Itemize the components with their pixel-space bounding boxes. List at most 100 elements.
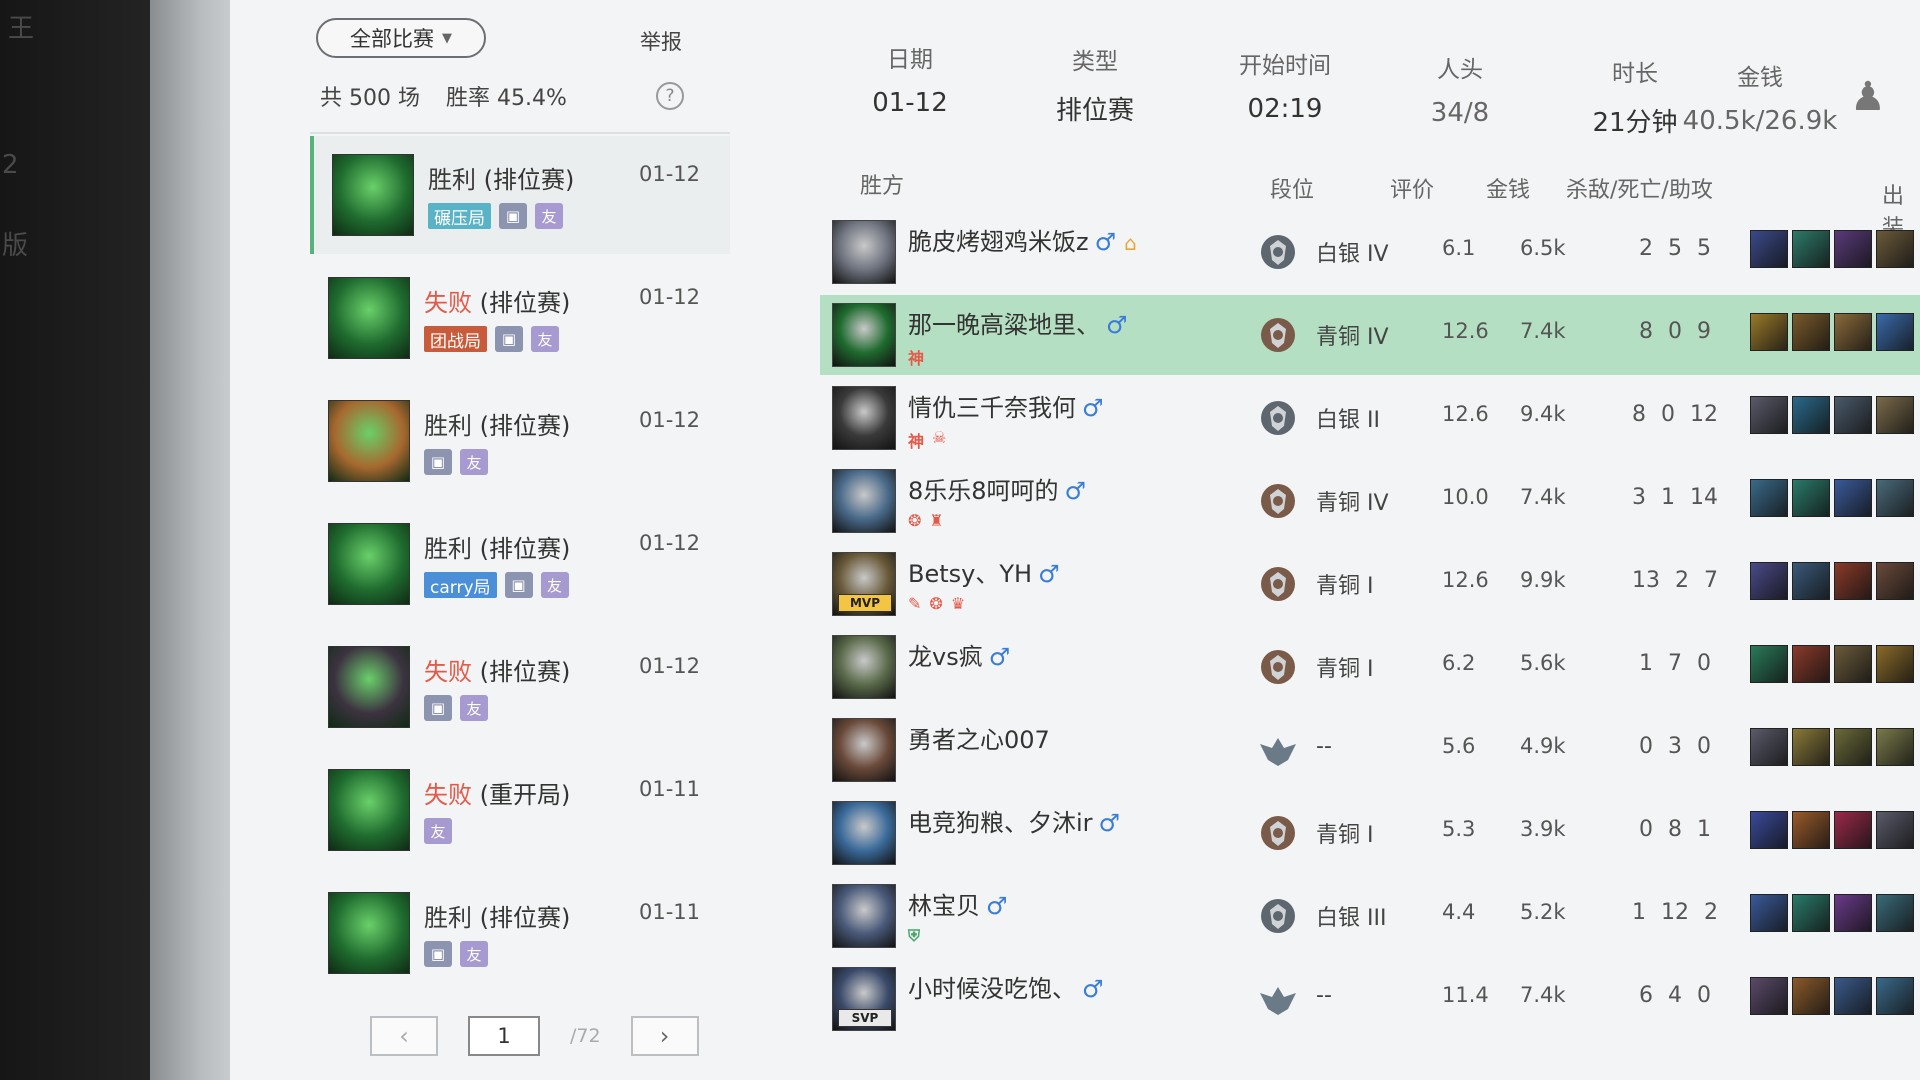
item-icon[interactable]	[1876, 562, 1914, 600]
champion-avatar	[328, 400, 410, 482]
item-icon[interactable]	[1792, 313, 1830, 351]
item-icon[interactable]	[1792, 977, 1830, 1015]
player-name[interactable]: 林宝贝	[908, 892, 980, 920]
item-icon[interactable]	[1750, 894, 1788, 932]
item-icon[interactable]	[1792, 479, 1830, 517]
player-avatar[interactable]	[832, 884, 896, 948]
item-icon[interactable]	[1750, 645, 1788, 683]
match-list-item[interactable]: 失败 (排位赛) 团战局 ▣ 友 01-12	[310, 259, 730, 377]
player-row[interactable]: MVP Betsy、YH ♂ ✎ ❂ ♛ 青铜 I 12.6 9.9k 13 2 7	[820, 544, 1920, 624]
player-row[interactable]: 电竞狗粮、夕沐ir ♂ 青铜 I 5.3 3.9k 0 8 1	[820, 793, 1920, 873]
stat-gold: 金钱 40.5k/26.9k	[1670, 58, 1850, 136]
player-name-line: 电竞狗粮、夕沐ir ♂	[908, 803, 1120, 838]
player-score: 5.6	[1442, 734, 1476, 758]
match-history-panel: 全部比赛 ▼ 举报 共 500 场 胜率 45.4% ? 胜利 (排位赛) 碾压…	[230, 0, 1920, 1080]
item-icon[interactable]	[1750, 313, 1788, 351]
item-icon[interactable]	[1792, 728, 1830, 766]
item-icon[interactable]	[1876, 313, 1914, 351]
player-row[interactable]: 8乐乐8呵呵的 ♂ ❂ ♜ 青铜 IV 10.0 7.4k 3 1 14	[820, 461, 1920, 541]
item-icon[interactable]	[1792, 230, 1830, 268]
match-filter-dropdown[interactable]: 全部比赛 ▼	[316, 18, 486, 58]
match-list: 全部比赛 ▼ 举报 共 500 场 胜率 45.4% ? 胜利 (排位赛) 碾压…	[250, 0, 730, 1080]
player-name[interactable]: Betsy、YH	[908, 560, 1032, 588]
next-page-button[interactable]: ›	[630, 1016, 699, 1056]
player-tag: ♛	[950, 594, 966, 613]
player-rank: --	[1316, 983, 1332, 1008]
item-icon[interactable]	[1876, 728, 1914, 766]
report-link[interactable]: 举报	[640, 26, 682, 56]
player-row[interactable]: SVP 小时候没吃饱、 ♂ -- 11.4 7.4k 6 4 0	[820, 959, 1920, 1039]
player-items	[1750, 894, 1914, 932]
item-icon[interactable]	[1834, 728, 1872, 766]
item-icon[interactable]	[1834, 479, 1872, 517]
player-name[interactable]: 脆皮烤翅鸡米饭z	[908, 228, 1089, 256]
item-icon[interactable]	[1792, 811, 1830, 849]
item-icon[interactable]	[1876, 230, 1914, 268]
player-name[interactable]: 8乐乐8呵呵的	[908, 477, 1059, 505]
player-name[interactable]: 那一晚高粱地里、	[908, 311, 1100, 339]
svp-badge: SVP	[838, 1009, 892, 1027]
item-icon[interactable]	[1876, 811, 1914, 849]
item-icon[interactable]	[1876, 479, 1914, 517]
item-icon[interactable]	[1834, 396, 1872, 434]
player-row[interactable]: 脆皮烤翅鸡米饭z ♂ ⌂ 白银 IV 6.1 6.5k 2 5 5	[820, 212, 1920, 292]
match-list-item[interactable]: 胜利 (排位赛) 碾压局 ▣ 友 01-12	[310, 136, 730, 254]
prev-page-button[interactable]: ‹	[370, 1016, 438, 1056]
match-list-item[interactable]: 胜利 (排位赛) ▣ 友 01-11	[310, 874, 730, 992]
player-row[interactable]: 勇者之心007 -- 5.6 4.9k 0 3 0	[820, 710, 1920, 790]
match-list-item[interactable]: 失败 (重开局) 友 01-11	[310, 751, 730, 869]
player-gold: 5.6k	[1520, 651, 1566, 675]
item-icon[interactable]	[1834, 894, 1872, 932]
item-icon[interactable]	[1750, 728, 1788, 766]
player-avatar[interactable]	[832, 635, 896, 699]
item-icon[interactable]	[1750, 396, 1788, 434]
player-avatar[interactable]	[832, 303, 896, 367]
player-avatar[interactable]	[832, 718, 896, 782]
match-list-item[interactable]: 失败 (排位赛) ▣ 友 01-12	[310, 628, 730, 746]
item-icon[interactable]	[1876, 396, 1914, 434]
player-tag: ☠	[932, 428, 947, 447]
item-icon[interactable]	[1792, 396, 1830, 434]
item-icon[interactable]	[1834, 645, 1872, 683]
item-icon[interactable]	[1792, 645, 1830, 683]
question-icon[interactable]: ?	[656, 82, 684, 110]
team-icon[interactable]: ♟	[1850, 74, 1886, 120]
match-list-item[interactable]: 胜利 (排位赛) ▣ 友 01-12	[310, 382, 730, 500]
player-kda: 2 5 5	[1639, 236, 1711, 261]
match-tags: 团战局 ▣ 友	[424, 326, 644, 352]
item-icon[interactable]	[1750, 811, 1788, 849]
image-icon: ▣	[424, 695, 452, 721]
item-icon[interactable]	[1792, 562, 1830, 600]
match-info: 胜利 (排位赛) 碾压局 ▣ 友	[428, 136, 648, 229]
player-name[interactable]: 勇者之心007	[908, 726, 1050, 754]
item-icon[interactable]	[1792, 894, 1830, 932]
item-icon[interactable]	[1750, 562, 1788, 600]
player-gold: 7.4k	[1520, 485, 1566, 509]
player-avatar[interactable]	[832, 386, 896, 450]
player-name[interactable]: 情仇三千奈我何	[908, 394, 1076, 422]
item-icon[interactable]	[1750, 479, 1788, 517]
player-tag: ❂	[929, 594, 943, 613]
item-icon[interactable]	[1750, 230, 1788, 268]
item-icon[interactable]	[1834, 562, 1872, 600]
player-avatar[interactable]	[832, 469, 896, 533]
item-icon[interactable]	[1750, 977, 1788, 1015]
player-avatar[interactable]	[832, 220, 896, 284]
item-icon[interactable]	[1834, 811, 1872, 849]
item-icon[interactable]	[1876, 977, 1914, 1015]
item-icon[interactable]	[1834, 313, 1872, 351]
item-icon[interactable]	[1834, 230, 1872, 268]
player-row[interactable]: 龙vs疯 ♂ 青铜 I 6.2 5.6k 1 7 0	[820, 627, 1920, 707]
player-avatar[interactable]	[832, 801, 896, 865]
player-name[interactable]: 龙vs疯	[908, 643, 983, 671]
item-icon[interactable]	[1876, 894, 1914, 932]
match-list-item[interactable]: 胜利 (排位赛) carry局 ▣ 友 01-12	[310, 505, 730, 623]
player-row[interactable]: 林宝贝 ♂ ⛨ 白银 III 4.4 5.2k 1 12 2	[820, 876, 1920, 956]
page-number-input[interactable]: 1	[468, 1016, 540, 1056]
player-row[interactable]: 情仇三千奈我何 ♂ 神 ☠ 白银 II 12.6 9.4k 8 0 12	[820, 378, 1920, 458]
player-row[interactable]: 那一晚高粱地里、 ♂ 神 青铜 IV 12.6 7.4k 8 0 9	[820, 295, 1920, 375]
item-icon[interactable]	[1834, 977, 1872, 1015]
player-name[interactable]: 小时候没吃饱、	[908, 975, 1076, 1003]
item-icon[interactable]	[1876, 645, 1914, 683]
player-name[interactable]: 电竞狗粮、夕沐ir	[908, 809, 1093, 837]
